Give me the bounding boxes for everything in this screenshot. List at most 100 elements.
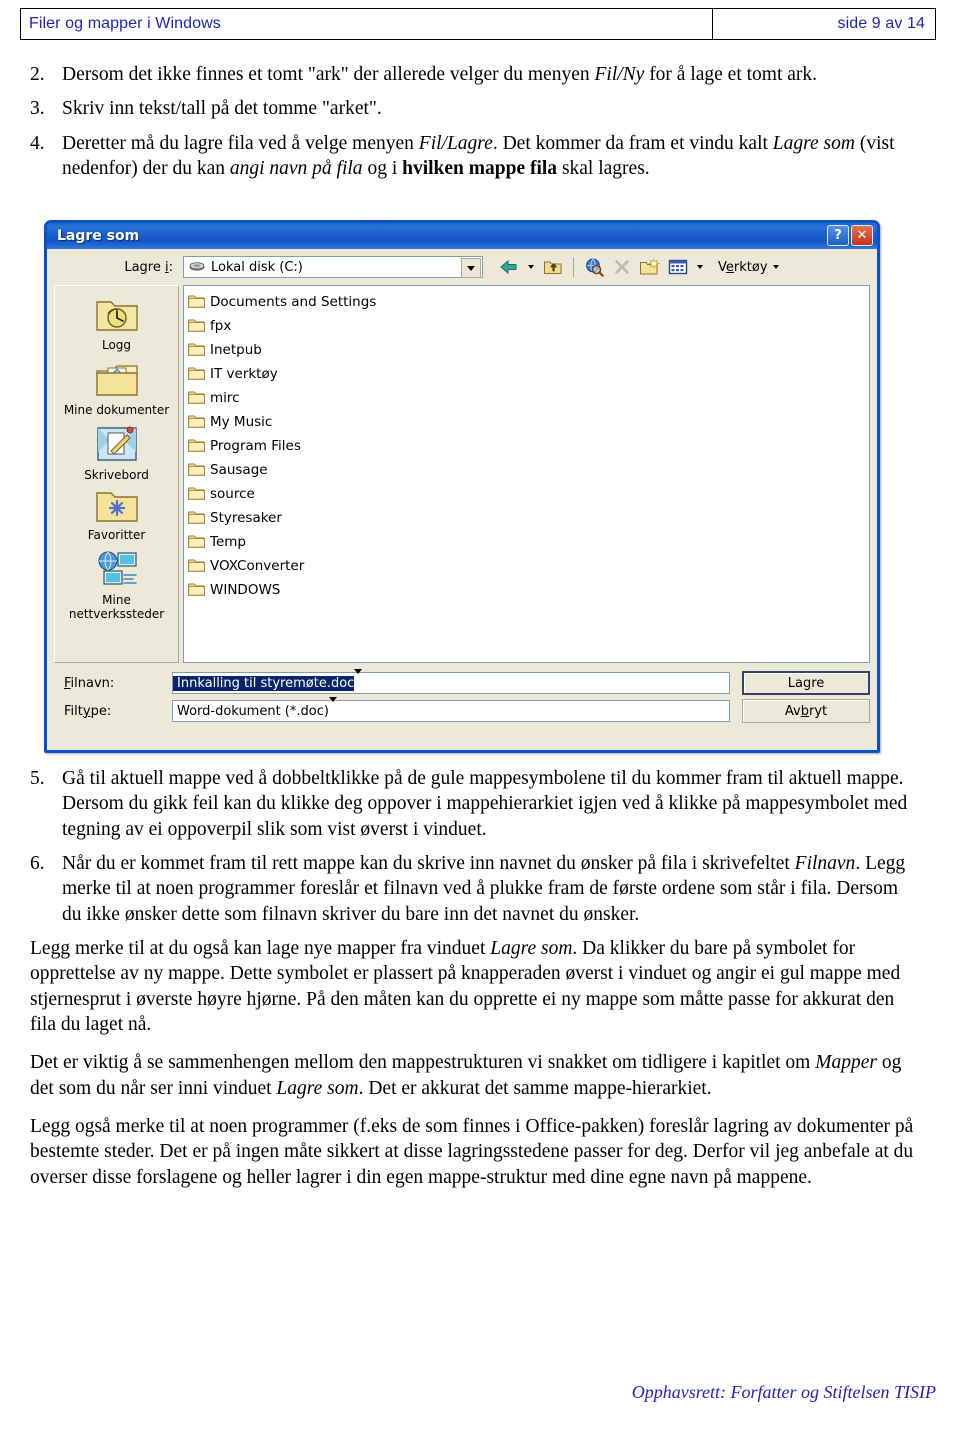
file-list-item[interactable]: Styresaker <box>188 506 867 530</box>
cancel-button[interactable]: Avbryt <box>742 699 870 723</box>
filetype-row: Filtype: Word-dokument (*.doc) Avbryt <box>54 696 870 725</box>
chevron-down-icon <box>354 668 363 693</box>
step-item: 6. Når du er kommet fram til rett mappe k… <box>30 853 906 925</box>
filetype-label: Filtype: <box>64 703 112 719</box>
cancel-button-label: Avbryt <box>784 703 828 719</box>
back-arrow-icon[interactable] <box>497 255 521 279</box>
step-number: 5. <box>30 768 45 789</box>
up-one-level-icon[interactable] <box>541 255 565 279</box>
views-dropdown-icon[interactable] <box>694 255 706 279</box>
paragraph: Legg også merke til at noen programmer (… <box>30 1116 914 1188</box>
filetype-dropdown-arrow[interactable] <box>328 696 337 721</box>
file-list-item[interactable]: WINDOWS <box>188 578 867 602</box>
folder-icon <box>188 509 205 528</box>
filetype-value: Word-dokument (*.doc) <box>177 703 329 719</box>
folder-icon <box>188 533 205 552</box>
titlebar-buttons: ? ✕ <box>827 225 873 246</box>
views-icon[interactable] <box>666 255 690 279</box>
paragraph: Legg merke til at du også kan lage nye m… <box>30 938 901 1036</box>
search-web-icon[interactable] <box>582 255 606 279</box>
save-as-dialog: Lagre som ? ✕ Lagre i: Lokal disk (C:) V… <box>44 220 880 753</box>
filename-input[interactable]: Innkalling til styremøte.doc <box>172 668 730 694</box>
place-item-mine-nettverkssteder[interactable]: Mine nettverkssteder <box>61 549 173 622</box>
places-bar: Logg Mine dokumenter Skrivebord Favoritter M… <box>54 285 179 663</box>
place-item-mine-dokumenter[interactable]: Mine dokumenter <box>61 359 173 418</box>
my-documents-icon <box>94 359 140 403</box>
hard-disk-icon <box>189 260 205 274</box>
filename-row: Filnavn: Innkalling til styremøte.doc La… <box>54 668 870 697</box>
file-list-item[interactable]: fpx <box>188 314 867 338</box>
step-item: 3. Skriv inn tekst/tall på det tomme "ark… <box>22 96 922 121</box>
file-list-item[interactable]: Program Files <box>188 434 867 458</box>
folder-icon <box>188 317 205 336</box>
file-list-item[interactable]: Temp <box>188 530 867 554</box>
history-folder-icon <box>95 296 139 338</box>
save-button[interactable]: Lagre <box>742 671 870 695</box>
file-list-item[interactable]: source <box>188 482 867 506</box>
body-content-bottom: 5. Gå til aktuell mappe ved å dobbeltklik… <box>22 766 922 1203</box>
page-number: side 9 av 14 <box>837 15 925 32</box>
folder-icon <box>188 557 205 576</box>
filetype-combobox[interactable]: Word-dokument (*.doc) <box>172 696 730 722</box>
file-list[interactable]: Documents and Settings fpx Inetpub IT verkt… <box>183 285 870 663</box>
lookin-value: Lokal disk (C:) <box>211 259 303 275</box>
help-button[interactable]: ? <box>827 225 849 246</box>
tools-menu-label: Verktøy <box>718 259 768 275</box>
folder-icon <box>188 437 205 456</box>
dialog-main-row: Logg Mine dokumenter Skrivebord Favoritter M… <box>47 285 877 663</box>
close-button[interactable]: ✕ <box>851 225 873 246</box>
dialog-titlebar: Lagre som ? ✕ <box>47 223 877 249</box>
place-item-favoritter[interactable]: Favoritter <box>61 488 173 543</box>
page-header-table: Filer og mapper i Windows side 9 av 14 <box>20 8 936 40</box>
chevron-down-icon <box>467 265 475 271</box>
step-number: 6. <box>30 853 45 875</box>
question-mark-icon: ? <box>834 228 842 243</box>
place-item-skrivebord[interactable]: Skrivebord <box>61 424 173 483</box>
step-item: 4. Deretter må du lagre fila ved å velge … <box>30 132 895 180</box>
folder-icon <box>188 485 205 504</box>
header-left-cell: Filer og mapper i Windows <box>21 9 713 39</box>
file-list-item-label: Inetpub <box>210 342 262 358</box>
place-item-label: Favoritter <box>87 528 146 543</box>
place-item-label: Skrivebord <box>84 467 149 482</box>
step-number: 2. <box>30 64 45 85</box>
back-dropdown-icon[interactable] <box>525 255 537 279</box>
lookin-label: Lagre i: <box>124 259 173 275</box>
tools-menu-button[interactable]: Verktøy <box>718 260 779 275</box>
file-list-item[interactable]: Documents and Settings <box>188 290 867 314</box>
file-list-item[interactable]: Inetpub <box>188 338 867 362</box>
dialog-toolbar: Lagre i: Lokal disk (C:) Verktøy <box>47 249 877 285</box>
header-right-cell: side 9 av 14 <box>713 9 935 39</box>
step-item: 2. Dersom det ikke finnes et tomt "ark" d… <box>22 62 922 87</box>
chevron-down-icon <box>697 265 703 269</box>
file-list-item-label: Styresaker <box>210 510 282 526</box>
close-icon: ✕ <box>856 228 868 243</box>
folder-icon <box>188 461 205 480</box>
new-folder-icon[interactable] <box>638 255 662 279</box>
file-list-item[interactable]: mirc <box>188 386 867 410</box>
file-list-item[interactable]: IT verktøy <box>188 362 867 386</box>
filename-dropdown-arrow[interactable] <box>354 668 363 693</box>
filename-value: Innkalling til styremøte.doc <box>173 675 355 691</box>
document-page: Filer og mapper i Windows side 9 av 14 2… <box>0 0 960 1429</box>
step-item: 5. Gå til aktuell mappe ved å dobbeltklik… <box>30 768 908 840</box>
file-list-item[interactable]: Sausage <box>188 458 867 482</box>
file-list-item-label: VOXConverter <box>210 558 305 574</box>
lookin-dropdown-arrow[interactable] <box>461 258 481 278</box>
desktop-icon <box>96 424 138 468</box>
file-list-item-label: IT verktøy <box>210 366 278 382</box>
folder-icon <box>188 365 205 384</box>
file-list-item[interactable]: My Music <box>188 410 867 434</box>
chevron-down-icon <box>528 265 534 269</box>
file-list-item-label: source <box>210 486 255 502</box>
file-list-item-label: My Music <box>210 414 273 430</box>
chevron-down-icon <box>328 696 337 721</box>
favorites-folder-icon <box>95 488 139 528</box>
dialog-title: Lagre som <box>57 228 140 244</box>
filename-label: Filnavn: <box>64 675 115 691</box>
file-list-item-label: WINDOWS <box>210 582 281 598</box>
lookin-combobox[interactable]: Lokal disk (C:) <box>183 256 483 278</box>
place-item-logg[interactable]: Logg <box>61 296 173 353</box>
folder-icon <box>188 413 205 432</box>
file-list-item[interactable]: VOXConverter <box>188 554 867 578</box>
